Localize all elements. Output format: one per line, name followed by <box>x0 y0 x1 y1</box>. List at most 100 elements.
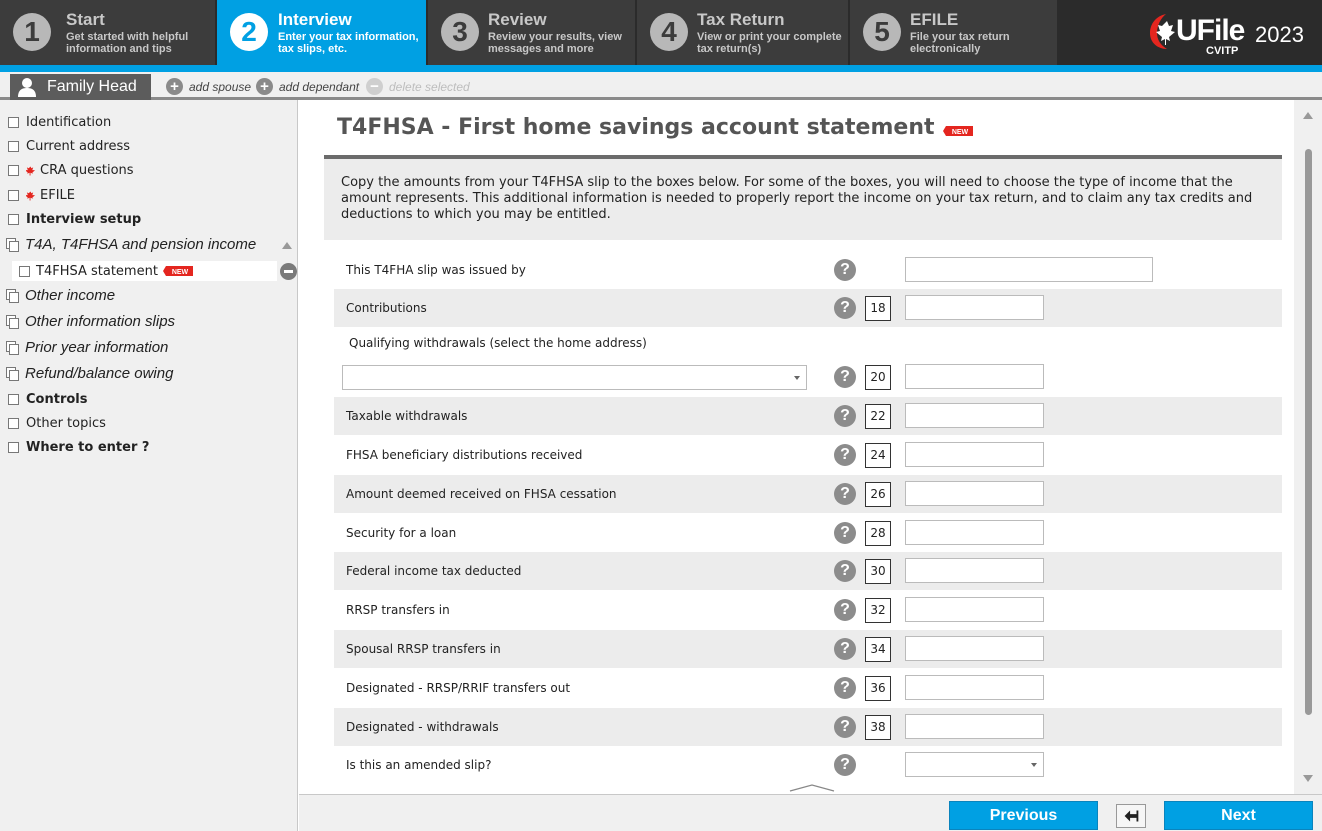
add-spouse-button[interactable]: + add spouse <box>166 78 251 95</box>
row-contributions: Contributions ? 18 <box>334 289 1282 327</box>
box-number: 32 <box>865 598 891 623</box>
help-icon[interactable]: ? <box>834 638 856 660</box>
field-label: Amount deemed received on FHSA cessation <box>346 487 617 501</box>
box-22-input[interactable] <box>905 403 1044 428</box>
family-head-tab[interactable]: Family Head <box>10 74 151 100</box>
help-icon[interactable]: ? <box>834 444 856 466</box>
checkbox-icon <box>8 190 19 201</box>
help-icon[interactable]: ? <box>834 405 856 427</box>
help-icon[interactable]: ? <box>834 483 856 505</box>
sidebar-item-other-income[interactable]: Other income <box>6 287 115 304</box>
help-icon[interactable]: ? <box>834 522 856 544</box>
row-rrsp-transfers-in: RRSP transfers in ? 32 <box>334 591 1282 629</box>
vertical-scrollbar[interactable] <box>1294 100 1322 794</box>
row-taxable-withdrawals: Taxable withdrawals ? 22 <box>334 397 1282 435</box>
sidebar-item-interview-setup[interactable]: Interview setup <box>8 212 141 227</box>
next-button[interactable]: Next <box>1164 801 1313 830</box>
sidebar-item-label: Other topics <box>26 416 106 431</box>
sidebar-item-where-to-enter[interactable]: Where to enter ? <box>8 440 149 455</box>
new-badge-text: NEW <box>951 129 968 136</box>
qualifying-withdrawals-label: Qualifying withdrawals (select the home … <box>349 336 647 350</box>
sidebar-item-refund-balance-owing[interactable]: Refund/balance owing <box>6 365 173 382</box>
sidebar-item-label: Current address <box>26 139 131 154</box>
box-24-input[interactable] <box>905 442 1044 467</box>
checkbox-icon <box>8 394 19 405</box>
sidebar-item-t4a-t4fhsa-pension[interactable]: T4A, T4FHSA and pension income <box>6 236 256 253</box>
box-36-input[interactable] <box>905 675 1044 700</box>
issuer-input[interactable] <box>905 257 1153 282</box>
box-30-input[interactable] <box>905 558 1044 583</box>
add-dependant-button[interactable]: + add dependant <box>256 78 359 95</box>
step-efile[interactable]: 5 EFILE File your tax return electronica… <box>850 0 1059 65</box>
help-icon[interactable]: ? <box>834 560 856 582</box>
step-tax-return[interactable]: 4 Tax Return View or print your complete… <box>637 0 850 65</box>
sidebar-item-current-address[interactable]: Current address <box>8 139 130 154</box>
sidebar-item-t4fhsa-statement[interactable]: T4FHSA statement NEW <box>12 261 277 281</box>
step-description: File your tax return electronically <box>910 31 1010 55</box>
step-number: 1 <box>13 13 51 51</box>
box-number: 24 <box>865 443 891 468</box>
remove-slip-button[interactable] <box>280 263 297 280</box>
sidebar-item-cra-questions[interactable]: CRA questions <box>8 163 134 178</box>
sidebar-item-prior-year-information[interactable]: Prior year information <box>6 339 168 356</box>
step-description: Get started with helpful information and… <box>66 31 189 55</box>
step-review[interactable]: 3 Review Review your results, view messa… <box>428 0 637 65</box>
sidebar-item-controls[interactable]: Controls <box>8 392 87 407</box>
help-icon[interactable]: ? <box>834 599 856 621</box>
scroll-down-arrow-icon[interactable] <box>1303 775 1313 782</box>
ufile-logo: UFile CVITP 2023 <box>1148 10 1318 60</box>
box-32-input[interactable] <box>905 597 1044 622</box>
user-icon <box>18 78 36 97</box>
step-number: 2 <box>230 13 268 51</box>
box-34-input[interactable] <box>905 636 1044 661</box>
row-issued-by: This T4FHA slip was issued by ? <box>334 251 1282 289</box>
help-icon[interactable]: ? <box>834 677 856 699</box>
sidebar-item-label: T4FHSA statement <box>36 263 158 279</box>
box-26-input[interactable] <box>905 481 1044 506</box>
field-label: Designated - RRSP/RRIF transfers out <box>346 681 571 695</box>
add-spouse-label: add spouse <box>189 79 252 94</box>
sidebar-item-label: Other information slips <box>25 313 176 330</box>
box-18-input[interactable] <box>905 295 1044 320</box>
chevron-up-icon[interactable] <box>789 784 835 792</box>
sidebar-item-label: T4A, T4FHSA and pension income <box>25 236 257 253</box>
delete-selected-button[interactable]: − delete selected <box>366 78 470 95</box>
sidebar-item-efile[interactable]: EFILE <box>8 188 75 203</box>
box-number: 36 <box>865 676 891 701</box>
help-icon[interactable]: ? <box>834 754 856 776</box>
step-number: 4 <box>650 13 688 51</box>
sidebar-item-other-topics[interactable]: Other topics <box>8 416 106 431</box>
home-address-select[interactable] <box>342 365 807 390</box>
maple-leaf-icon <box>26 191 35 200</box>
box-38-input[interactable] <box>905 714 1044 739</box>
field-label: Spousal RRSP transfers in <box>346 642 501 656</box>
step-title: Tax Return <box>697 10 785 29</box>
scroll-up-arrow-icon[interactable] <box>1303 112 1313 119</box>
row-designated-transfers-out: Designated - RRSP/RRIF transfers out ? 3… <box>334 669 1282 707</box>
box-20-input[interactable] <box>905 364 1044 389</box>
step-title: EFILE <box>910 10 959 29</box>
box-number: 18 <box>865 296 891 321</box>
help-icon[interactable]: ? <box>834 297 856 319</box>
amended-slip-select[interactable] <box>905 752 1044 777</box>
field-label: Security for a loan <box>346 526 457 540</box>
step-description: Enter your tax information, tax slips, e… <box>278 31 419 55</box>
box-28-input[interactable] <box>905 520 1044 545</box>
brand-year: 2023 <box>1255 22 1304 47</box>
help-icon[interactable]: ? <box>834 366 856 388</box>
previous-button[interactable]: Previous <box>949 801 1098 830</box>
step-start[interactable]: 1 Start Get started with helpful informa… <box>0 0 217 65</box>
sidebar-item-identification[interactable]: Identification <box>8 115 111 130</box>
field-label: RRSP transfers in <box>346 603 450 617</box>
sidebar-item-other-information-slips[interactable]: Other information slips <box>6 313 175 330</box>
scroll-thumb[interactable] <box>1305 149 1312 715</box>
help-icon[interactable]: ? <box>834 259 856 281</box>
box-number: 34 <box>865 637 891 662</box>
row-qualifying-withdrawals: ? 20 <box>334 358 1282 396</box>
back-button[interactable] <box>1116 804 1146 828</box>
step-interview[interactable]: 2 Interview Enter your tax information, … <box>217 0 428 65</box>
collapse-up-icon[interactable] <box>282 242 292 249</box>
sidebar-nav: Identification Current address CRA quest… <box>0 100 298 831</box>
help-icon[interactable]: ? <box>834 716 856 738</box>
form-area: T4FHSA - First home savings account stat… <box>299 100 1294 794</box>
